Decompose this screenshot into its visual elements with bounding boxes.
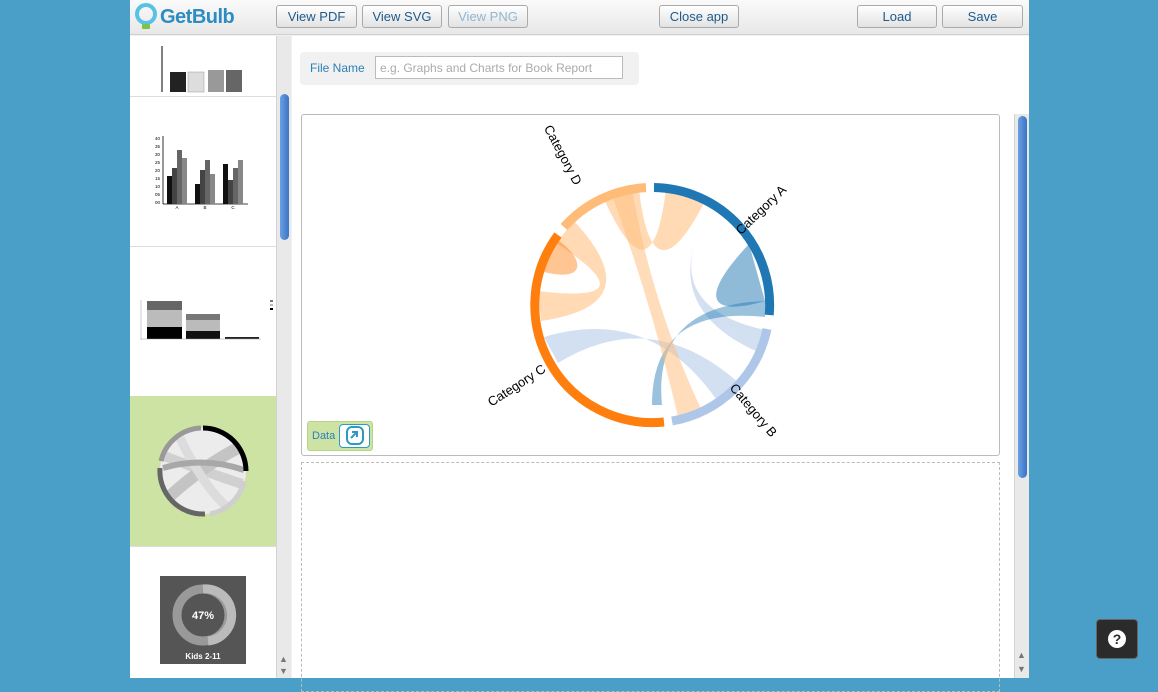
bulb-icon [135, 3, 157, 29]
category-label-a: Category A [733, 182, 790, 238]
help-icon: ? [1108, 630, 1126, 648]
donut-caption: Kids 2-11 [185, 652, 221, 661]
donut-percent: 47% [192, 610, 214, 622]
category-label-b: Category B [727, 380, 780, 439]
toolbar: GetBulb View PDF View SVG View PNG Close… [130, 0, 1029, 35]
category-label: C [231, 205, 235, 210]
edit-data-icon[interactable] [339, 424, 370, 448]
tick-label: 40 [155, 136, 161, 141]
data-button[interactable]: Data [307, 421, 373, 451]
data-button-label: Data [312, 430, 336, 442]
thumbnail-bar-chart-small[interactable] [130, 36, 276, 97]
empty-chart-slot[interactable] [301, 462, 1000, 692]
logo: GetBulb [134, 3, 235, 31]
tick-label: 20 [155, 168, 161, 173]
help-button[interactable]: ? [1096, 619, 1138, 659]
thumbnail-stacked-bar-chart[interactable] [130, 246, 276, 397]
chart-panel: Category A Category B Category C Categor… [301, 114, 1000, 456]
save-button[interactable]: Save [942, 5, 1023, 28]
tick-label: 35 [155, 144, 161, 149]
thumbnail-chord-preview [157, 425, 249, 517]
svg-text:?: ? [1113, 631, 1122, 647]
thumbnail-bar-preview [161, 46, 242, 93]
thumbnail-stacked-bar-preview [140, 300, 273, 340]
category-label: B [203, 205, 206, 210]
thumbnail-grouped-bar-preview: 40 35 30 25 20 15 10 05 00 A B C [155, 136, 248, 210]
sidebar-scroll-thumb[interactable] [280, 94, 289, 240]
thumbnail-grouped-bar-chart[interactable]: 40 35 30 25 20 15 10 05 00 A B C [130, 96, 276, 247]
scroll-up-arrow-icon[interactable]: ▲ [279, 654, 288, 664]
scroll-up-arrow-icon[interactable]: ▲ [1017, 650, 1026, 660]
main-scrollbar[interactable]: ▲ ▼ [1014, 114, 1029, 678]
category-label-c: Category C [485, 361, 548, 409]
chart-thumbnail-list: 40 35 30 25 20 15 10 05 00 A B C 47% Kid… [130, 36, 276, 678]
sidebar-scrollbar[interactable]: ▲ ▼ [276, 36, 291, 678]
chord-diagram: Category A Category B Category C Categor… [485, 122, 790, 440]
scroll-down-arrow-icon[interactable]: ▼ [1017, 664, 1026, 674]
view-svg-button[interactable]: View SVG [362, 5, 442, 28]
category-label-d: Category D [541, 122, 585, 187]
tick-label: 30 [155, 152, 161, 157]
tick-label: 00 [155, 200, 161, 205]
app-window: GetBulb View PDF View SVG View PNG Close… [130, 0, 1029, 692]
thumbnail-donut-chart[interactable]: 47% Kids 2-11 [130, 546, 276, 678]
thumbnail-chord-diagram[interactable] [130, 396, 276, 547]
tick-label: 25 [155, 160, 161, 165]
scroll-down-arrow-icon[interactable]: ▼ [279, 666, 288, 676]
file-name-row: File Name [300, 52, 639, 85]
thumbnail-donut-preview: 47% Kids 2-11 [160, 576, 246, 664]
tick-label: 10 [155, 184, 161, 189]
tick-label: 05 [155, 192, 161, 197]
main-scroll-thumb[interactable] [1018, 116, 1027, 478]
logo-text: GetBulb [160, 5, 235, 28]
file-name-input[interactable] [375, 56, 623, 79]
file-name-label: File Name [310, 61, 365, 75]
view-png-button[interactable]: View PNG [448, 5, 528, 28]
view-pdf-button[interactable]: View PDF [276, 5, 357, 28]
close-app-button[interactable]: Close app [659, 5, 739, 28]
load-button[interactable]: Load [857, 5, 937, 28]
main-editor: File Name e.g. Graphs and Charts for Boo… [292, 36, 1029, 692]
category-label: A [175, 205, 178, 210]
tick-label: 15 [155, 176, 161, 181]
